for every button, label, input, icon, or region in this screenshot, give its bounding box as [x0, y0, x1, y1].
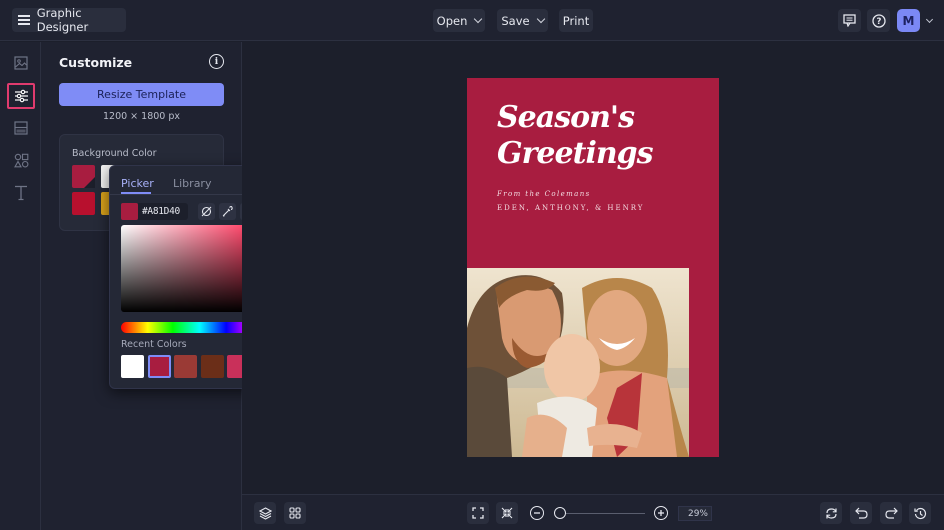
- tab-picker[interactable]: Picker: [121, 177, 154, 190]
- eyedropper-button[interactable]: [219, 203, 236, 220]
- text-icon: [15, 185, 27, 201]
- bottom-toolbar: 29%: [242, 494, 944, 530]
- rail-item-photos[interactable]: [7, 50, 35, 76]
- recent-colors-label: Recent Colors: [121, 339, 187, 350]
- app-menu-button[interactable]: Graphic Designer: [12, 6, 126, 34]
- redo-icon: [884, 507, 898, 519]
- zoom-out-button[interactable]: [530, 506, 544, 520]
- zoom-out-icon: [534, 512, 540, 514]
- no-color-icon: [201, 206, 212, 217]
- chevron-down-icon: [536, 14, 545, 24]
- help-button[interactable]: ?: [867, 9, 890, 32]
- recent-color-swatch[interactable]: [174, 355, 197, 378]
- print-label: Print: [562, 13, 590, 28]
- card-from-line[interactable]: From the Colemans: [497, 190, 591, 198]
- grid-view-button[interactable]: [284, 502, 306, 524]
- template-dimensions: 1200 × 1800 px: [102, 111, 181, 122]
- top-bar: Graphic Designer Open Save Print ? M: [0, 0, 944, 41]
- resize-template-button[interactable]: Resize Template: [59, 83, 224, 106]
- layout-icon: [14, 121, 28, 135]
- grid-view-icon: [289, 507, 301, 519]
- reset-button[interactable]: [820, 502, 842, 524]
- zoom-level-input[interactable]: 29%: [678, 506, 712, 521]
- hex-input[interactable]: #A81D40: [138, 203, 188, 220]
- open-menu-button[interactable]: Open: [433, 9, 485, 32]
- undo-button[interactable]: [850, 502, 872, 524]
- app-title: Graphic Designer: [36, 6, 89, 34]
- layers-icon: [258, 506, 272, 520]
- shapes-icon: [13, 153, 28, 167]
- zoom-slider-track[interactable]: [562, 513, 645, 514]
- shrink-button[interactable]: [496, 502, 518, 524]
- sliders-icon: [14, 89, 28, 103]
- save-label: Save: [501, 13, 530, 28]
- chevron-down-icon: [474, 14, 483, 24]
- no-color-button[interactable]: [198, 203, 215, 220]
- card-title[interactable]: Season's Greetings: [497, 100, 654, 172]
- save-menu-button[interactable]: Save: [497, 9, 548, 32]
- zoom-slider-handle[interactable]: [554, 507, 566, 519]
- chevron-down-icon[interactable]: [925, 15, 934, 24]
- card-title-line1: Season's: [497, 100, 635, 135]
- print-button[interactable]: Print: [559, 9, 593, 32]
- card-title-line2: Greetings: [497, 136, 654, 171]
- fit-screen-button[interactable]: [467, 502, 489, 524]
- info-icon[interactable]: i: [209, 54, 224, 69]
- family-photo[interactable]: [467, 268, 689, 457]
- panel-title: Customize: [59, 55, 133, 70]
- rail-item-customize[interactable]: [7, 83, 35, 109]
- background-swatch[interactable]: [72, 165, 95, 188]
- rail-item-graphics[interactable]: [7, 147, 35, 173]
- svg-text:?: ?: [876, 17, 881, 27]
- zoom-in-button[interactable]: [654, 506, 668, 520]
- feedback-button[interactable]: [838, 9, 861, 32]
- undo-icon: [854, 507, 868, 519]
- design-canvas[interactable]: Season's Greetings From the Colemans EDE…: [467, 78, 719, 457]
- recent-color-swatch-selected[interactable]: [148, 355, 171, 378]
- open-label: Open: [436, 13, 468, 28]
- shrink-icon: [501, 507, 513, 519]
- history-icon: [913, 507, 926, 519]
- current-color-chip: [121, 203, 138, 220]
- layers-button[interactable]: [254, 502, 276, 524]
- comment-icon: [843, 14, 856, 27]
- fit-screen-icon: [472, 507, 484, 519]
- card-names-line[interactable]: EDEN, ANTHONY, & HENRY: [497, 204, 644, 212]
- user-avatar[interactable]: M: [897, 9, 920, 32]
- rail-item-layout[interactable]: [7, 115, 35, 141]
- image-icon: [14, 56, 28, 70]
- recent-color-swatch[interactable]: [121, 355, 144, 378]
- question-circle-icon: ?: [871, 13, 886, 28]
- background-color-label: Background Color: [72, 148, 157, 159]
- recent-color-swatch[interactable]: [201, 355, 224, 378]
- refresh-icon: [825, 507, 837, 519]
- rail-item-text[interactable]: [7, 180, 35, 206]
- eyedropper-icon: [222, 206, 233, 217]
- hamburger-icon: [18, 15, 30, 25]
- redo-button[interactable]: [880, 502, 902, 524]
- corner-indicator-icon: [84, 177, 95, 188]
- family-photo-illustration: [467, 268, 689, 457]
- background-swatch[interactable]: [72, 192, 95, 215]
- zoom-in-icon: [658, 510, 664, 516]
- tab-library[interactable]: Library: [173, 177, 211, 190]
- tool-rail: [0, 42, 41, 530]
- history-button[interactable]: [909, 502, 931, 524]
